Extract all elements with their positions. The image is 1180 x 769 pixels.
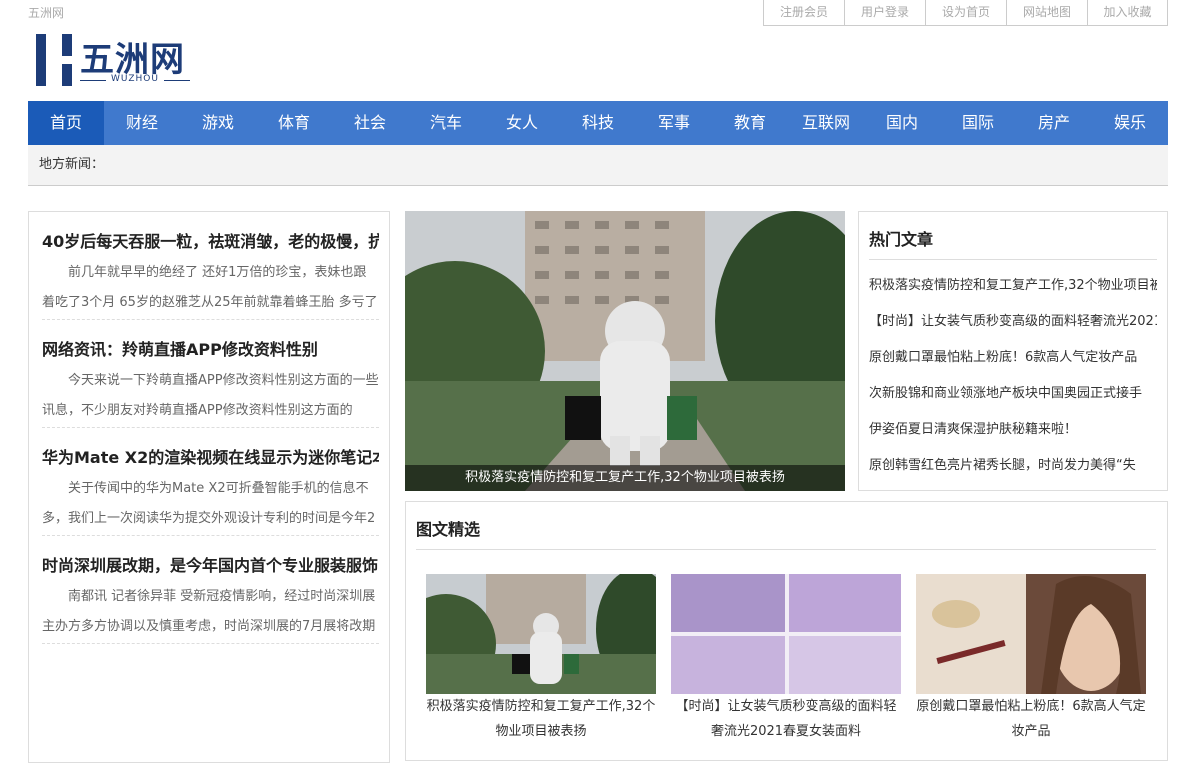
list-item[interactable]: 【时尚】让女装气质秒变高级的面料轻奢流光2021春夏女装面料 [869, 304, 1157, 340]
nav-item-education[interactable]: 教育 [712, 101, 788, 145]
pick-image[interactable] [916, 574, 1146, 694]
nav-item-women[interactable]: 女人 [484, 101, 560, 145]
nav-item-domestic[interactable]: 国内 [864, 101, 940, 145]
nav-item-realestate[interactable]: 房产 [1016, 101, 1092, 145]
pick-caption[interactable]: 原创戴口罩最怕粘上粉底！6款高人气定妆产品 [916, 694, 1146, 744]
sitemap-link[interactable]: 网站地图 [1006, 0, 1087, 26]
set-homepage-link[interactable]: 设为首页 [925, 0, 1006, 26]
list-item[interactable]: 积极落实疫情防控和复工复产工作,32个物业项目被表扬 [869, 268, 1157, 304]
news-title[interactable]: 网络资讯：羚萌直播APP修改资料性别 [42, 336, 379, 364]
logo-subtitle: WUZHOU [80, 74, 190, 84]
pick-card[interactable]: 原创戴口罩最怕粘上粉底！6款高人气定妆产品 [916, 574, 1146, 744]
news-title[interactable]: 时尚深圳展改期，是今年国内首个专业服装服饰 [42, 552, 379, 580]
nav-item-auto[interactable]: 汽车 [408, 101, 484, 145]
news-summary: 南都讯 记者徐异菲 受新冠疫情影响，经过时尚深圳展主办方多方协调以及慎重考虑，时… [42, 589, 376, 634]
list-item[interactable]: 伊姿佰夏日清爽保湿护肤秘籍来啦！ [869, 412, 1157, 448]
left-news-list: 40岁后每天吞服一粒，祛斑消皱，老的极慢，抗 前几年就早早的绝经了 还好1万倍的… [28, 211, 390, 763]
list-item: 时尚深圳展改期，是今年国内首个专业服装服饰 南都讯 记者徐异菲 受新冠疫情影响，… [42, 536, 379, 644]
featured-slide-image [405, 211, 845, 491]
pick-caption[interactable]: 积极落实疫情防控和复工复产工作,32个物业项目被表扬 [426, 694, 656, 744]
nav-item-entertainment[interactable]: 娱乐 [1092, 101, 1168, 145]
site-name-small: 五洲网 [28, 6, 65, 20]
list-item[interactable]: 原创韩雪红色亮片裙秀长腿，时尚发力美得“失 [869, 448, 1157, 484]
nav-item-international[interactable]: 国际 [940, 101, 1016, 145]
login-link[interactable]: 用户登录 [844, 0, 925, 26]
picture-picks-title: 图文精选 [416, 502, 1156, 550]
list-item: 华为Mate X2的渲染视频在线显示为迷你笔记本 关于传闻中的华为Mate X2… [42, 428, 379, 536]
nav-item-military[interactable]: 军事 [636, 101, 712, 145]
nav-item-games[interactable]: 游戏 [180, 101, 256, 145]
site-logo[interactable]: 五洲网 WUZHOU [36, 34, 196, 88]
list-item: 网络资讯：羚萌直播APP修改资料性别 今天来说一下羚萌直播APP修改资料性别这方… [42, 320, 379, 428]
news-summary: 今天来说一下羚萌直播APP修改资料性别这方面的一些讯息，不少朋友对羚萌直播APP… [42, 373, 379, 418]
news-summary: 前几年就早早的绝经了 还好1万倍的珍宝，表妹也跟着吃了3个月 65岁的赵雅芝从2… [42, 265, 378, 310]
register-link[interactable]: 注册会员 [763, 0, 844, 26]
top-bar: 五洲网 注册会员 用户登录 设为首页 网站地图 加入收藏 [0, 0, 1180, 26]
pick-caption[interactable]: 【时尚】让女装气质秒变高级的面料轻奢流光2021春夏女装面料 [671, 694, 901, 744]
hot-articles-panel: 热门文章 积极落实疫情防控和复工复产工作,32个物业项目被表扬 【时尚】让女装气… [858, 211, 1168, 491]
add-favorite-link[interactable]: 加入收藏 [1087, 0, 1168, 26]
pick-image[interactable] [671, 574, 901, 694]
nav-item-home[interactable]: 首页 [28, 101, 104, 145]
nav-item-internet[interactable]: 互联网 [788, 101, 864, 145]
nav-item-tech[interactable]: 科技 [560, 101, 636, 145]
news-title[interactable]: 40岁后每天吞服一粒，祛斑消皱，老的极慢，抗 [42, 228, 379, 256]
main-nav: 首页 财经 游戏 体育 社会 汽车 女人 科技 军事 教育 互联网 国内 国际 … [28, 101, 1168, 145]
nav-item-society[interactable]: 社会 [332, 101, 408, 145]
pick-image[interactable] [426, 574, 656, 694]
pick-card[interactable]: 积极落实疫情防控和复工复产工作,32个物业项目被表扬 [426, 574, 656, 744]
list-item[interactable]: 次新股锦和商业领涨地产板块中国奥园正式接手 [869, 376, 1157, 412]
nav-item-sports[interactable]: 体育 [256, 101, 332, 145]
news-summary: 关于传闻中的华为Mate X2可折叠智能手机的信息不多，我们上一次阅读华为提交外… [42, 481, 376, 526]
top-links: 注册会员 用户登录 设为首页 网站地图 加入收藏 [763, 0, 1168, 26]
picture-picks-panel: 图文精选 积极落实疫情防控和复工复产工作,32个物业项目被表扬 【时尚】让女装气… [405, 501, 1168, 761]
featured-slide-caption[interactable]: 积极落实疫情防控和复工复产工作,32个物业项目被表扬 [405, 465, 845, 491]
hot-articles-title: 热门文章 [869, 212, 1157, 260]
list-item: 40岁后每天吞服一粒，祛斑消皱，老的极慢，抗 前几年就早早的绝经了 还好1万倍的… [42, 212, 379, 320]
featured-slide[interactable]: 积极落实疫情防控和复工复产工作,32个物业项目被表扬 [405, 211, 845, 491]
local-news-bar: 地方新闻： [28, 145, 1168, 186]
list-item[interactable]: 原创戴口罩最怕粘上粉底！6款高人气定妆产品 [869, 340, 1157, 376]
pick-card[interactable]: 【时尚】让女装气质秒变高级的面料轻奢流光2021春夏女装面料 [671, 574, 901, 744]
logo-mark-icon [36, 34, 76, 86]
nav-item-finance[interactable]: 财经 [104, 101, 180, 145]
news-title[interactable]: 华为Mate X2的渲染视频在线显示为迷你笔记本 [42, 444, 379, 472]
